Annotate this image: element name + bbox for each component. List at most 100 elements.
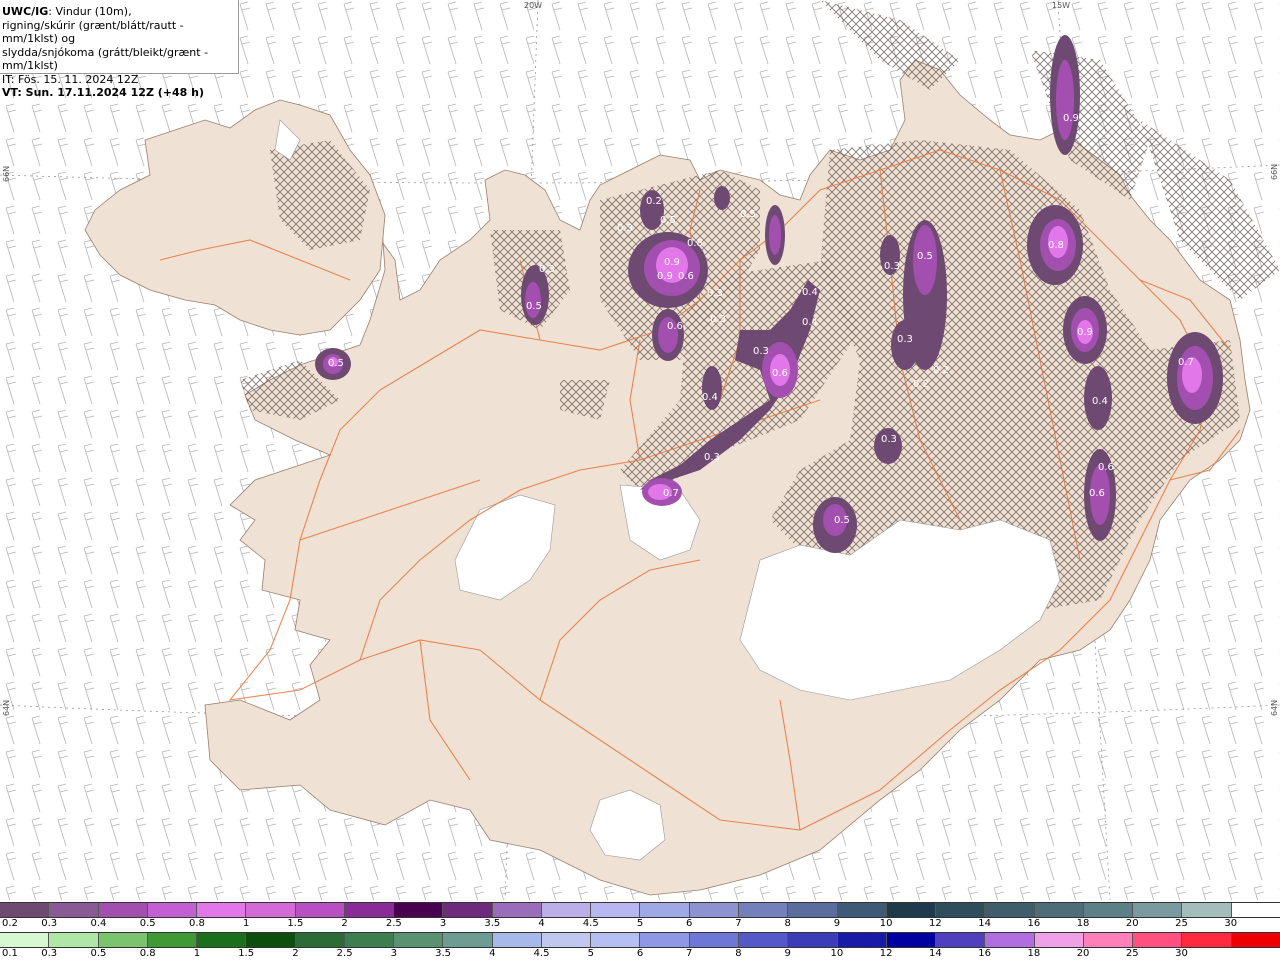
legend-label: 6 [686, 918, 693, 929]
legend-label: 18 [1027, 948, 1041, 959]
precip-label: 0.9 [664, 257, 680, 268]
legend-label: 0.3 [41, 918, 58, 929]
lat-label-66n-left: 66N [2, 165, 11, 182]
precip-label: 0.6 [772, 368, 788, 379]
legend-swatch [837, 933, 887, 947]
legend-swatch [1133, 903, 1183, 917]
legend-label: 14 [978, 918, 991, 929]
legend-swatch [985, 933, 1035, 947]
legend-swatch [197, 933, 247, 947]
legend-swatch [1083, 903, 1134, 917]
precip-label: 0.5 [740, 209, 756, 220]
rain-scale-labels: 0.1 0.3 0.5 0.8 1 1.5 2 2.5 3 3.5 4 4.5 5 6 7 8 9 10 12 14 1… [0, 948, 1280, 960]
init-time: IT: Fös. 15. 11. 2024 12Z [2, 72, 139, 86]
legend-label: 12 [929, 918, 942, 929]
legend-swatch [98, 903, 148, 917]
legend-label: 1.5 [287, 918, 304, 929]
precip-label: 0.4 [702, 392, 718, 403]
legend-label: 4.5 [582, 918, 599, 929]
legend-label: 3.5 [435, 948, 452, 959]
legend-swatch [443, 903, 493, 917]
precip-label: 0.7 [1178, 357, 1194, 368]
legend-swatch [936, 903, 986, 917]
title-line-3: slydda/snjókoma (grátt/bleikt/grænt - mm… [2, 45, 209, 73]
legend-label: 8 [735, 948, 742, 959]
legend-label: 4 [538, 918, 545, 929]
precip-label: 0.6 [1089, 488, 1105, 499]
legend-swatch [394, 933, 444, 947]
legend-swatch [985, 903, 1035, 917]
legend-swatch [541, 903, 592, 917]
legend-swatch [1182, 903, 1232, 917]
legend-label: 16 [1027, 918, 1041, 929]
lon-label-20w: 20W [524, 1, 543, 10]
title-line-1: UWC/IG: Vindur (10m), [2, 5, 236, 19]
legend-label: 1 [242, 918, 250, 929]
lon-label-15w: 15W [1052, 1, 1071, 10]
legend-label: 0.8 [188, 918, 205, 929]
legend-swatch [1182, 933, 1232, 947]
legend-label: 1.5 [238, 948, 255, 959]
legend-label: 1 [193, 948, 201, 959]
legend-swatch [788, 903, 838, 917]
legend-label: 10 [879, 918, 893, 929]
legend-swatch [49, 903, 99, 917]
legend-swatch [197, 903, 247, 917]
legend-swatch [738, 933, 789, 947]
legend-swatch [295, 933, 345, 947]
snow-color-scale [0, 902, 1280, 918]
precip-label: 0.4 [802, 317, 818, 328]
legend-swatch [295, 903, 345, 917]
legend-label: 7 [735, 918, 742, 929]
precip-label: 0.6 [667, 321, 683, 332]
legend-label: 16 [978, 948, 991, 959]
legend-label: 25 [1125, 948, 1139, 959]
precip-label: 0.4 [1092, 396, 1108, 407]
precip-label: 0.4 [802, 287, 818, 298]
model-name: UWC/IG [2, 5, 49, 18]
precip-label: 0.5 [834, 515, 850, 526]
legend-swatch [49, 933, 99, 947]
legend-label: 2.5 [336, 948, 353, 959]
precip-label: 0.3 [710, 314, 726, 325]
precip-label: 0.3 [881, 434, 897, 445]
legend-swatch [98, 933, 148, 947]
precip-label: 0.9 [1063, 113, 1079, 124]
legend-swatch [886, 933, 937, 947]
legend-swatch [738, 903, 789, 917]
precip-label: 0.3 [704, 452, 720, 463]
legend-swatch [837, 903, 887, 917]
legend-label: 10 [830, 948, 844, 959]
precip-label: 0.8 [687, 238, 703, 249]
legend-label: 9 [833, 918, 841, 929]
legend-label: 20 [1125, 918, 1139, 929]
legend-label: 0.8 [139, 948, 156, 959]
valid-time: VT: Sun. 17.11.2024 12Z (+48 h) [2, 86, 205, 99]
precip-label: 0.3 [897, 334, 913, 345]
precip-label: 0.2 [933, 365, 949, 376]
rain-color-scale [0, 932, 1280, 948]
precip-label: 0.3 [617, 223, 633, 234]
legend-label: 5 [636, 918, 644, 929]
precip-label: 0.7 [663, 488, 679, 499]
legend-swatch [788, 933, 838, 947]
legend-swatch [492, 933, 542, 947]
legend-swatch [394, 903, 444, 917]
title-line-1-rest: : Vindur (10m), [48, 5, 132, 18]
precip-label: 0.8 [1048, 240, 1064, 251]
legend-label: 0.2 [2, 918, 18, 929]
legend-swatch [1034, 903, 1084, 917]
legend-swatch [344, 903, 395, 917]
precip-label: 0.6 [678, 271, 694, 282]
legend-label: 25 [1175, 918, 1188, 929]
precip-label: 0.5 [917, 251, 933, 262]
precip-label: 0.5 [660, 215, 676, 226]
legend-label: 8 [784, 918, 791, 929]
legend-swatch [689, 903, 739, 917]
legend-swatch [147, 903, 198, 917]
legend-swatch [541, 933, 592, 947]
legend-label: 4 [489, 948, 496, 959]
legend-swatch [147, 933, 198, 947]
legend-label: 9 [784, 948, 791, 959]
legend-swatch [640, 933, 690, 947]
